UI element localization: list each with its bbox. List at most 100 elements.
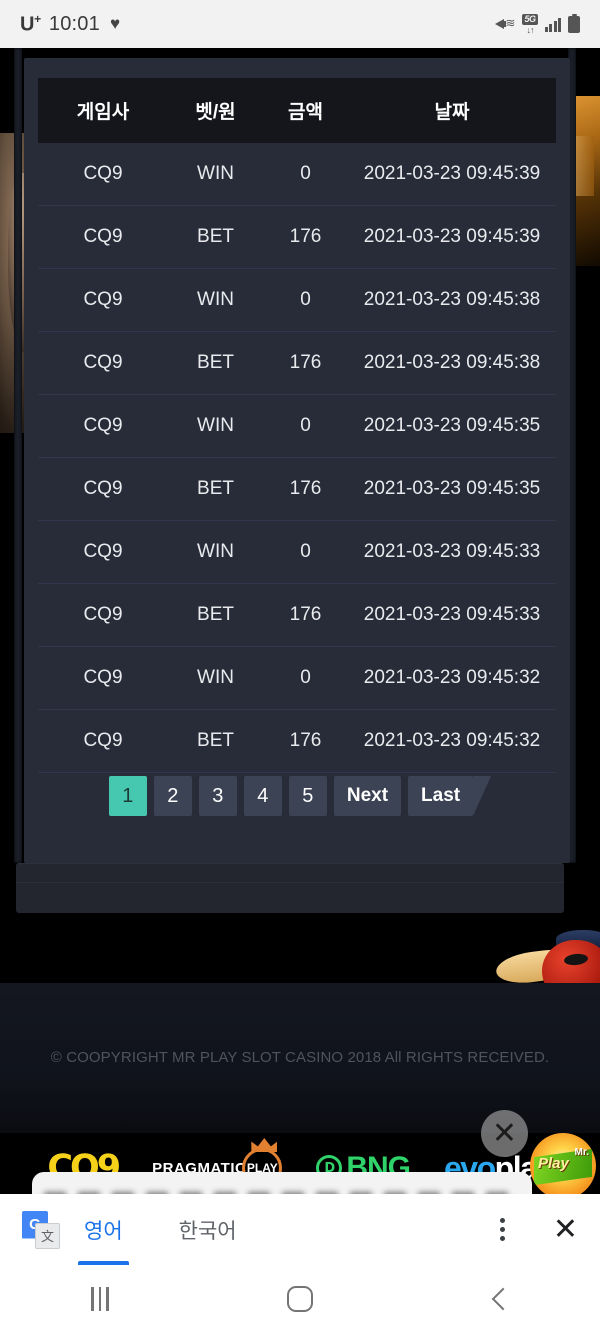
table-row: CQ9 WIN 0 2021-03-23 09:45:35 — [38, 395, 556, 458]
cell-vendor: CQ9 — [83, 163, 123, 184]
column-header-date: 날짜 — [434, 102, 470, 123]
battery-icon — [568, 13, 580, 33]
cell-date: 2021-03-23 09:45:39 — [363, 226, 541, 247]
cell-date: 2021-03-23 09:45:38 — [363, 352, 541, 373]
table-row: CQ9 BET 176 2021-03-23 09:45:39 — [38, 206, 556, 269]
cell-amount: 0 — [300, 163, 311, 184]
cell-amount: 0 — [300, 667, 311, 688]
cell-type: BET — [197, 730, 234, 751]
table-row: CQ9 BET 176 2021-03-23 09:45:38 — [38, 332, 556, 395]
heart-icon: ♥ — [109, 14, 121, 33]
pagination-page-3[interactable]: 3 — [198, 776, 237, 816]
cell-type: WIN — [197, 541, 234, 562]
recents-icon — [91, 1287, 109, 1311]
cell-type: BET — [197, 352, 234, 373]
cell-amount: 176 — [289, 604, 322, 625]
table-row: CQ9 BET 176 2021-03-23 09:45:32 — [38, 710, 556, 773]
card-footer-strip — [16, 863, 564, 913]
website-viewport: 게임사 벳/원 금액 날짜 CQ9 WIN 0 2021-03-23 09:45… — [0, 48, 600, 1223]
phone-screen: U+ 10:01 ♥ ≋ 5G ↓↑ 게임사 벳/원 금액 날짜 CQ9 WIN… — [0, 0, 600, 1333]
table-row: CQ9 BET 176 2021-03-23 09:45:33 — [38, 584, 556, 647]
mr-play-badge[interactable]: Play Mr. — [530, 1133, 596, 1199]
cell-date: 2021-03-23 09:45:38 — [363, 289, 541, 310]
cell-vendor: CQ9 — [83, 478, 123, 499]
table-row: CQ9 WIN 0 2021-03-23 09:45:32 — [38, 647, 556, 710]
cell-date: 2021-03-23 09:45:35 — [363, 478, 541, 499]
column-header-type: 벳/원 — [195, 102, 236, 123]
column-header-vendor: 게임사 — [76, 102, 130, 123]
cell-amount: 0 — [300, 541, 311, 562]
cell-type: WIN — [197, 667, 234, 688]
crown-icon — [251, 1138, 278, 1152]
clock-label: 10:01 — [48, 12, 100, 35]
overflow-menu-icon[interactable] — [494, 1212, 511, 1247]
table-row: CQ9 WIN 0 2021-03-23 09:45:38 — [38, 269, 556, 332]
betting-history-table: 게임사 벳/원 금액 날짜 CQ9 WIN 0 2021-03-23 09:45… — [38, 78, 556, 773]
status-bar-left: U+ 10:01 ♥ — [20, 12, 120, 37]
cell-vendor: CQ9 — [83, 541, 123, 562]
pagination-last-button[interactable]: Last — [408, 776, 492, 816]
cell-vendor: CQ9 — [83, 730, 123, 751]
status-bar: U+ 10:01 ♥ ≋ 5G ↓↑ — [0, 0, 600, 48]
translate-bar-actions: ✕ — [494, 1212, 578, 1247]
pagination-page-1[interactable]: 1 — [108, 776, 147, 816]
table-header-row: 게임사 벳/원 금액 날짜 — [38, 78, 556, 143]
pagination-next-button[interactable]: Next — [333, 776, 402, 816]
cell-vendor: CQ9 — [83, 415, 123, 436]
home-icon — [287, 1286, 313, 1312]
frame-rail-left — [14, 48, 22, 863]
cell-amount: 176 — [289, 730, 322, 751]
cell-date: 2021-03-23 09:45:35 — [363, 415, 541, 436]
betting-history-card: 게임사 벳/원 금액 날짜 CQ9 WIN 0 2021-03-23 09:45… — [24, 58, 570, 863]
cell-amount: 176 — [289, 352, 322, 373]
cell-date: 2021-03-23 09:45:33 — [363, 541, 541, 562]
translate-tab-english[interactable]: 영어 — [78, 1194, 129, 1265]
cell-vendor: CQ9 — [83, 352, 123, 373]
status-bar-right: ≋ 5G ↓↑ — [495, 13, 580, 35]
cell-vendor: CQ9 — [83, 667, 123, 688]
cell-vendor: CQ9 — [83, 289, 123, 310]
android-nav-bar — [0, 1265, 600, 1333]
google-translate-icon: G 文 — [22, 1210, 60, 1249]
pagination-page-5[interactable]: 5 — [288, 776, 327, 816]
signal-bars-icon — [544, 16, 561, 32]
cell-date: 2021-03-23 09:45:32 — [363, 667, 541, 688]
betting-history-table-wrapper: 게임사 벳/원 금액 날짜 CQ9 WIN 0 2021-03-23 09:45… — [38, 78, 556, 773]
ad-close-button[interactable]: ✕ — [481, 1110, 528, 1157]
cell-type: BET — [197, 604, 234, 625]
pagination: 1 2 3 4 5 Next Last — [24, 776, 570, 816]
table-head: 게임사 벳/원 금액 날짜 — [38, 78, 556, 143]
cell-type: WIN — [197, 289, 234, 310]
back-icon — [491, 1287, 514, 1311]
pagination-page-4[interactable]: 4 — [243, 776, 282, 816]
cell-amount: 0 — [300, 289, 311, 310]
nav-recents-button[interactable] — [55, 1265, 145, 1333]
carrier-label: U+ — [20, 11, 41, 36]
cell-date: 2021-03-23 09:45:39 — [363, 163, 541, 184]
table-row: CQ9 WIN 0 2021-03-23 09:45:39 — [38, 143, 556, 206]
pagination-page-2[interactable]: 2 — [153, 776, 192, 816]
nav-back-button[interactable] — [455, 1265, 545, 1333]
nav-home-button[interactable] — [255, 1265, 345, 1333]
cell-type: WIN — [197, 163, 234, 184]
translate-tab-korean[interactable]: 한국어 — [173, 1194, 243, 1265]
close-icon[interactable]: ✕ — [553, 1214, 578, 1245]
badge-text: Play — [538, 1155, 569, 1172]
cell-amount: 176 — [289, 226, 322, 247]
cell-date: 2021-03-23 09:45:32 — [363, 730, 541, 751]
cell-vendor: CQ9 — [83, 226, 123, 247]
cell-date: 2021-03-23 09:45:33 — [363, 604, 541, 625]
badge-prefix: Mr. — [574, 1147, 589, 1158]
table-row: CQ9 BET 176 2021-03-23 09:45:35 — [38, 458, 556, 521]
cell-type: BET — [197, 226, 234, 247]
cell-type: BET — [197, 478, 234, 499]
copyright-text: © COOPYRIGHT MR PLAY SLOT CASINO 2018 Al… — [50, 1049, 550, 1066]
column-header-amount: 금액 — [288, 102, 323, 123]
table-row: CQ9 WIN 0 2021-03-23 09:45:33 — [38, 521, 556, 584]
cell-amount: 176 — [289, 478, 322, 499]
translate-icon-cjk: 文 — [35, 1222, 60, 1249]
google-translate-bar: G 文 영어 한국어 ✕ — [0, 1194, 600, 1265]
cell-type: WIN — [197, 415, 234, 436]
cell-amount: 0 — [300, 415, 311, 436]
cell-vendor: CQ9 — [83, 604, 123, 625]
